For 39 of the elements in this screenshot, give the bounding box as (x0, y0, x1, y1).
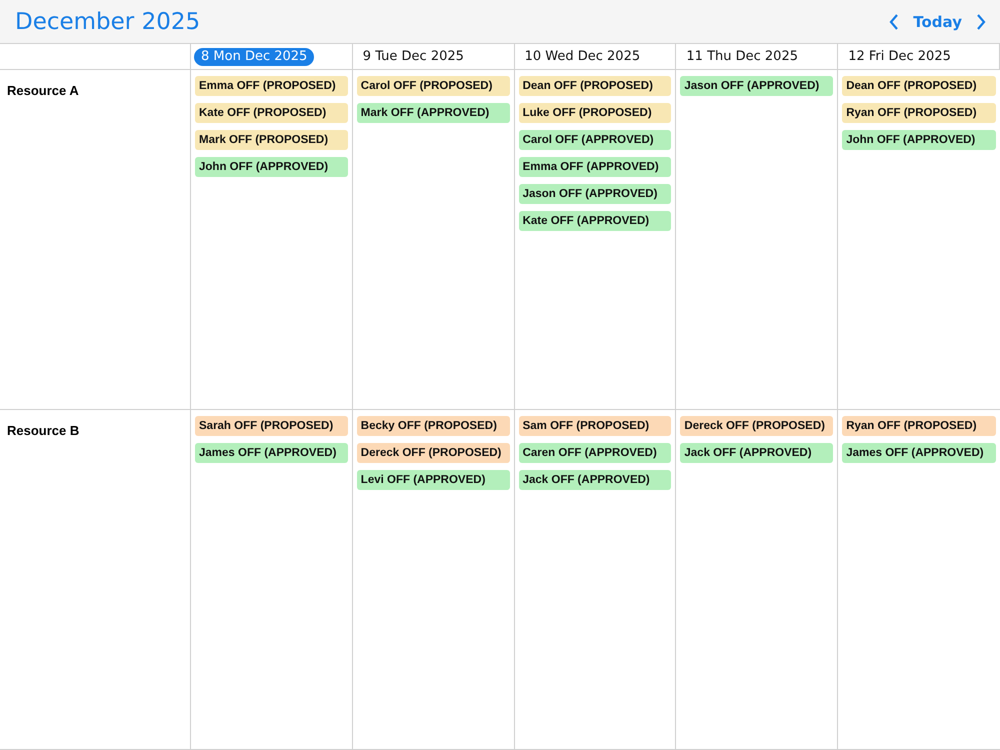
event-chip[interactable]: Sarah OFF (PROPOSED) (195, 416, 348, 436)
event-chip[interactable]: Dereck OFF (PROPOSED) (680, 416, 834, 436)
event-chip[interactable]: Becky OFF (PROPOSED) (356, 416, 510, 436)
event-chip[interactable]: Dean OFF (PROPOSED) (518, 76, 672, 96)
event-chip[interactable]: Kate OFF (PROPOSED) (195, 103, 348, 123)
month-title: December 2025 (15, 8, 200, 34)
event-chip[interactable]: Jason OFF (APPROVED) (680, 76, 834, 96)
next-chevron-icon[interactable] (976, 14, 986, 30)
event-chip[interactable]: Jason OFF (APPROVED) (518, 184, 672, 204)
event-chip[interactable]: Ryan OFF (PROPOSED) (842, 416, 996, 436)
resource-label: Resource A (7, 83, 79, 98)
event-chip[interactable]: James OFF (APPROVED) (842, 443, 996, 463)
day-header: 8 Mon Dec 2025 (194, 48, 314, 66)
event-chip[interactable]: Mark OFF (APPROVED) (356, 103, 510, 123)
day-header: 10 Wed Dec 2025 (524, 48, 642, 66)
event-chip[interactable]: Emma OFF (APPROVED) (518, 157, 672, 177)
event-chip[interactable]: Jack OFF (APPROVED) (518, 470, 672, 490)
event-chip[interactable]: Kate OFF (APPROVED) (518, 211, 672, 231)
event-chip[interactable]: Emma OFF (PROPOSED) (195, 76, 348, 96)
resource-label: Resource B (7, 423, 80, 438)
event-chip[interactable]: Dean OFF (PROPOSED) (842, 76, 996, 96)
event-chip[interactable]: Caren OFF (APPROVED) (518, 443, 672, 463)
event-chip[interactable]: Dereck OFF (PROPOSED) (356, 443, 510, 463)
day-header: 11 Thu Dec 2025 (685, 48, 799, 66)
today-button[interactable]: Today (913, 12, 962, 30)
event-chip[interactable]: John OFF (APPROVED) (195, 157, 348, 177)
event-chip[interactable]: Carol OFF (APPROVED) (518, 130, 672, 150)
day-header: 9 Tue Dec 2025 (362, 48, 465, 66)
event-chip[interactable]: John OFF (APPROVED) (842, 130, 996, 150)
event-chip[interactable]: James OFF (APPROVED) (195, 443, 348, 463)
event-chip[interactable]: Sam OFF (PROPOSED) (518, 416, 672, 436)
previous-chevron-icon[interactable] (889, 14, 900, 30)
event-chip[interactable]: Luke OFF (PROPOSED) (518, 103, 672, 123)
event-chip[interactable]: Ryan OFF (PROPOSED) (842, 103, 996, 123)
event-chip[interactable]: Levi OFF (APPROVED) (356, 470, 510, 490)
event-chip[interactable]: Jack OFF (APPROVED) (680, 443, 834, 463)
event-chip[interactable]: Carol OFF (PROPOSED) (356, 76, 510, 96)
event-chip[interactable]: Mark OFF (PROPOSED) (195, 130, 348, 150)
day-header: 12 Fri Dec 2025 (847, 48, 952, 66)
